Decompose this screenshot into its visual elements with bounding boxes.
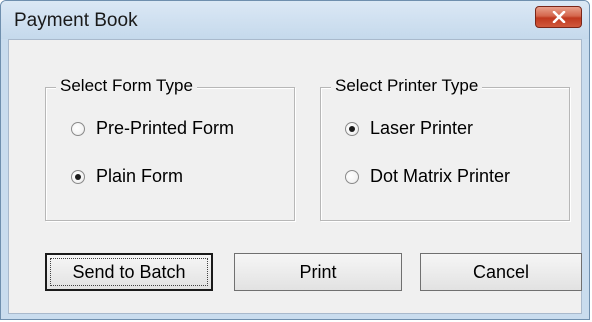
close-icon xyxy=(552,11,565,23)
printer-type-groupbox: Select Printer Type Laser Printer Dot Ma… xyxy=(320,76,570,221)
cancel-button[interactable]: Cancel xyxy=(420,253,582,291)
print-label: Print xyxy=(299,261,337,282)
send-to-batch-label: Send to Batch xyxy=(72,261,186,282)
radio-pre-printed-form[interactable]: Pre-Printed Form xyxy=(71,118,234,139)
radio-button-icon[interactable] xyxy=(345,169,359,184)
radio-label: Plain Form xyxy=(96,166,184,186)
radio-button-selected-icon[interactable] xyxy=(71,169,85,184)
send-to-batch-button[interactable]: Send to Batch xyxy=(45,253,213,291)
title-bar[interactable]: Payment Book xyxy=(1,1,589,39)
radio-dot-matrix-printer[interactable]: Dot Matrix Printer xyxy=(345,166,510,187)
form-type-legend: Select Form Type xyxy=(56,76,197,96)
radio-dot-icon xyxy=(349,125,355,132)
printer-type-legend: Select Printer Type xyxy=(331,76,483,96)
dialog-window: Payment Book Select Form Type Pre-Printe… xyxy=(0,0,590,320)
close-button[interactable] xyxy=(535,6,582,28)
radio-label: Pre-Printed Form xyxy=(96,118,235,138)
radio-button-icon[interactable] xyxy=(71,121,85,136)
radio-dot-icon xyxy=(75,173,81,180)
radio-label: Dot Matrix Printer xyxy=(370,166,511,186)
dialog-client-area: Select Form Type Pre-Printed Form Plain … xyxy=(8,39,582,314)
form-type-groupbox: Select Form Type Pre-Printed Form Plain … xyxy=(45,76,295,221)
cancel-label: Cancel xyxy=(472,261,530,282)
radio-plain-form[interactable]: Plain Form xyxy=(71,166,183,187)
radio-laser-printer[interactable]: Laser Printer xyxy=(345,118,473,139)
radio-button-selected-icon[interactable] xyxy=(345,121,359,136)
window-title: Payment Book xyxy=(14,10,138,31)
radio-label: Laser Printer xyxy=(370,118,474,138)
print-button[interactable]: Print xyxy=(234,253,402,291)
